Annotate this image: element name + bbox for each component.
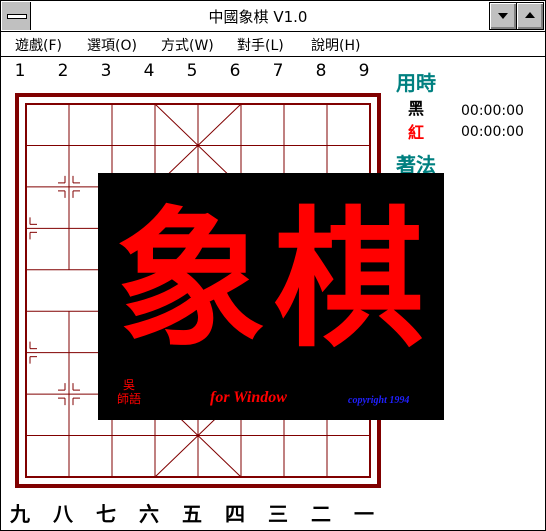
column-number: 8 (315, 61, 327, 81)
column-number: 5 (186, 61, 198, 81)
time-heading: 用時 (396, 71, 436, 95)
window-title: 中國象棋 V1.0 (208, 8, 308, 26)
seal-line: 吳 (122, 378, 135, 392)
menu-game[interactable]: 遊戲(F) (15, 35, 62, 55)
for-window-text: for Window (210, 389, 287, 406)
column-number: 3 (100, 61, 112, 81)
menu-options[interactable]: 選項(O) (87, 35, 137, 55)
menu-mode[interactable]: 方式(W) (161, 35, 214, 55)
maximize-button[interactable] (516, 2, 544, 30)
column-chinese: 三 (268, 502, 288, 526)
column-number: 4 (143, 61, 155, 81)
column-number: 9 (358, 61, 370, 81)
menu-opponent[interactable]: 對手(L) (237, 35, 284, 55)
black-player-label: 黑 (408, 99, 425, 118)
splash-char-chess: 棋 (274, 192, 425, 368)
app-window: 中國象棋 V1.0 遊戲(F) 選項(O) 方式(W) 對手(L) 說明(H) … (0, 0, 546, 531)
column-chinese: 二 (311, 502, 331, 526)
black-timer: 00:00:00 (461, 103, 524, 119)
column-chinese: 九 (10, 502, 30, 526)
maximize-icon (525, 12, 535, 18)
menu-bar: 遊戲(F) 選項(O) 方式(W) 對手(L) 說明(H) (1, 32, 545, 57)
minimize-button[interactable] (489, 2, 517, 30)
seal-line: 師語 (116, 392, 141, 406)
splash-screen[interactable]: 象 棋 吳 師語 for Window copyright 1994 (98, 173, 444, 420)
red-player-label: 紅 (408, 123, 425, 142)
splash-char-elephant: 象 (116, 192, 267, 368)
column-number: 1 (14, 61, 26, 81)
menu-help[interactable]: 說明(H) (311, 35, 360, 55)
column-chinese: 一 (354, 502, 374, 526)
system-menu-icon (7, 14, 27, 19)
column-chinese: 六 (139, 502, 159, 526)
red-timer: 00:00:00 (461, 124, 524, 140)
column-number: 7 (272, 61, 284, 81)
column-chinese: 七 (96, 502, 116, 526)
title-bar[interactable]: 中國象棋 V1.0 (1, 1, 545, 32)
column-chinese: 四 (225, 502, 245, 526)
column-number: 2 (57, 61, 69, 81)
minimize-icon (498, 13, 508, 19)
column-chinese: 八 (53, 502, 73, 526)
author-seal: 吳 師語 (112, 378, 146, 406)
copyright-text: copyright 1994 (348, 395, 410, 406)
system-menu-button[interactable] (2, 2, 31, 30)
column-number: 6 (229, 61, 241, 81)
column-chinese: 五 (182, 502, 202, 526)
